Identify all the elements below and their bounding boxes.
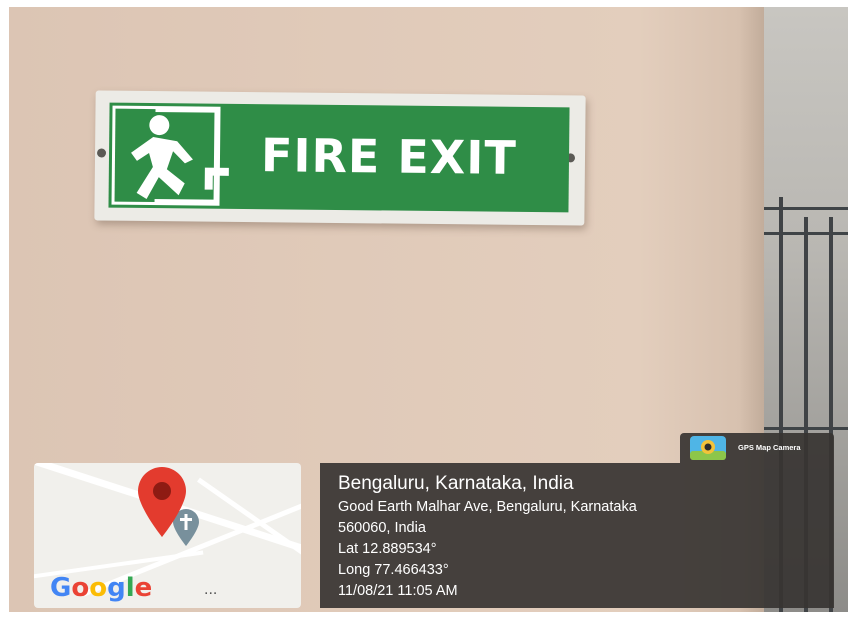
address-line-1: Good Earth Malhar Ave, Bengaluru, Karnat… xyxy=(338,499,637,515)
sign-panel: FIRE EXIT xyxy=(108,102,570,213)
map-more-indicator: ... xyxy=(204,581,218,598)
location-title: Bengaluru, Karnataka, India xyxy=(338,473,574,494)
running-man-exit-icon xyxy=(111,105,229,206)
fire-exit-sign: FIRE EXIT xyxy=(94,90,586,226)
datetime: 11/08/21 11:05 AM xyxy=(338,583,458,599)
location-pin-icon xyxy=(138,467,186,537)
google-logo: Google xyxy=(50,573,153,603)
latitude: Lat 12.889534° xyxy=(338,541,437,557)
sign-text: FIRE EXIT xyxy=(260,128,518,185)
gps-camera-icon xyxy=(690,436,726,460)
gps-map-camera-badge: GPS Map Camera xyxy=(680,433,834,463)
address-line-2: 560060, India xyxy=(338,520,426,536)
app-badge-label: GPS Map Camera xyxy=(738,443,801,452)
location-info-card: Bengaluru, Karnataka, India Good Earth M… xyxy=(320,463,834,608)
longitude: Long 77.466433° xyxy=(338,562,449,578)
map-thumbnail[interactable]: Google ... xyxy=(34,463,301,608)
